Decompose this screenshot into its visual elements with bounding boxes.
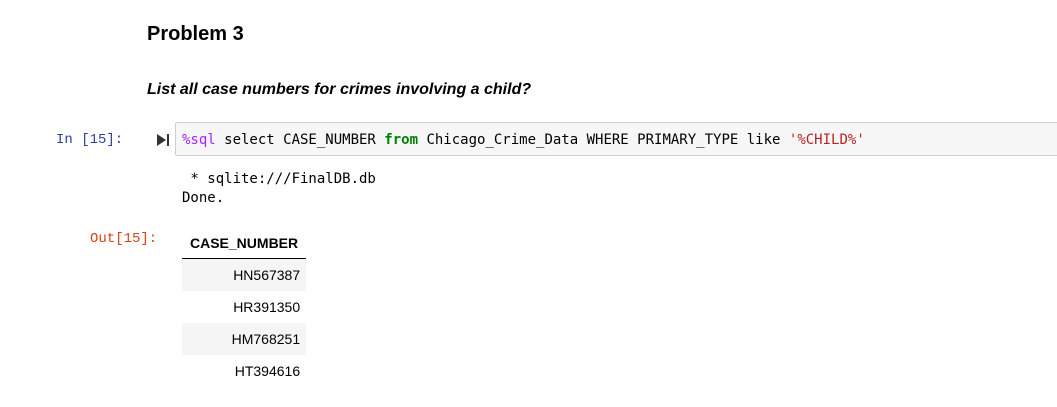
code-text: Chicago_Crime_Data WHERE PRIMARY_TYPE li… [418, 132, 789, 148]
code-text: select CASE_NUMBER [215, 132, 385, 148]
problem-heading: Problem 3 [147, 23, 244, 45]
table-row: HM768251 [182, 322, 307, 355]
stdout-output: * sqlite:///FinalDB.db Done. [182, 170, 376, 208]
code-keyword: from [384, 132, 419, 148]
table-header-row: CASE_NUMBER [182, 226, 307, 259]
result-table: CASE_NUMBER HN567387 HR391350 HM768251 H… [182, 226, 307, 387]
sql-magic: %sql [182, 132, 216, 148]
column-header: CASE_NUMBER [182, 226, 307, 259]
code-string: '%CHILD%' [788, 132, 865, 148]
run-cell-icon[interactable] [156, 133, 170, 147]
code-input-area[interactable]: %sql select CASE_NUMBER from Chicago_Cri… [175, 122, 1057, 156]
output-prompt: Out[15]: [90, 231, 158, 247]
case-number-cell: HT394616 [234, 362, 301, 379]
input-prompt: In [15]: [56, 132, 124, 148]
table-row: HT394616 [182, 355, 306, 387]
connection-string: * sqlite:///FinalDB.db [182, 171, 376, 187]
problem-question: List all case numbers for crimes involvi… [147, 81, 532, 98]
done-status: Done. [182, 190, 225, 206]
case-number-cell: HR391350 [233, 298, 301, 315]
code-line: %sql select CASE_NUMBER from Chicago_Cri… [182, 131, 865, 149]
table-row: HR391350 [182, 291, 306, 323]
case-number-cell: HN567387 [182, 258, 307, 291]
table-row: HN567387 [182, 258, 307, 291]
case-number-cell: HM768251 [182, 322, 307, 355]
